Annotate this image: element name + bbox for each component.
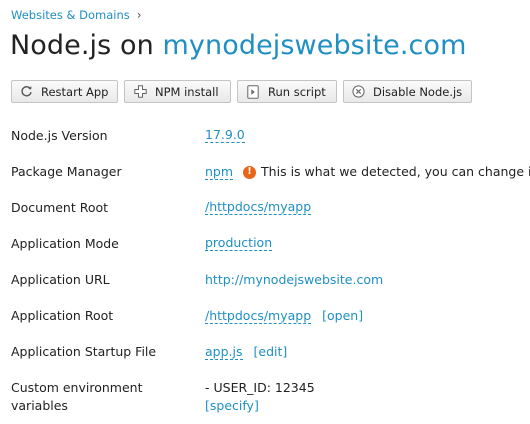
restart-icon — [20, 85, 33, 99]
application-root-label: Application Root — [11, 308, 114, 323]
npm-install-button[interactable]: NPM install — [124, 80, 231, 103]
env-vars-label: Custom environment variables — [11, 380, 143, 413]
warning-icon: ! — [243, 165, 257, 179]
disable-nodejs-label: Disable Node.js — [373, 84, 463, 99]
application-mode-value[interactable]: production — [205, 235, 273, 251]
disable-icon — [352, 85, 365, 99]
script-file-icon — [246, 84, 260, 99]
application-url-label: Application URL — [11, 272, 110, 287]
breadcrumb-link-websites-domains[interactable]: Websites & Domains — [11, 8, 130, 22]
document-root-value[interactable]: /httpdocs/myapp — [205, 199, 312, 215]
page-title-domain: mynodejswebsite.com — [162, 30, 467, 61]
open-application-root-link[interactable]: [open] — [322, 307, 363, 325]
application-root-value[interactable]: /httpdocs/myapp — [205, 308, 312, 324]
package-manager-label: Package Manager — [11, 164, 122, 179]
startup-file-label: Application Startup File — [11, 344, 157, 359]
run-script-label: Run script — [268, 84, 326, 99]
plus-icon — [133, 85, 147, 99]
nodejs-version-value[interactable]: 17.9.0 — [205, 127, 245, 143]
application-url-link[interactable]: http://mynodejswebsite.com — [205, 271, 383, 289]
breadcrumb: Websites & Domains › — [11, 8, 142, 22]
specify-env-vars-link[interactable]: [specify] — [205, 397, 259, 415]
startup-file-value[interactable]: app.js — [205, 344, 243, 360]
npm-install-label: NPM install — [155, 84, 219, 99]
edit-startup-file-link[interactable]: [edit] — [254, 343, 288, 361]
breadcrumb-separator: › — [136, 8, 142, 22]
toolbar: Restart App NPM install Run script Disab… — [11, 80, 472, 103]
env-var-entry: - USER_ID: 12345 — [205, 380, 315, 395]
disable-nodejs-button[interactable]: Disable Node.js — [343, 80, 472, 103]
run-script-button[interactable]: Run script — [237, 80, 337, 103]
application-mode-label: Application Mode — [11, 236, 119, 251]
page-title: Node.js on mynodejswebsite.com — [10, 30, 467, 61]
document-root-label: Document Root — [11, 200, 109, 215]
page-title-prefix: Node.js on — [10, 30, 163, 61]
restart-app-button[interactable]: Restart App — [11, 80, 118, 103]
package-manager-note: This is what we detected, you can change… — [261, 164, 530, 179]
nodejs-version-label: Node.js Version — [11, 128, 108, 143]
restart-app-label: Restart App — [41, 84, 109, 99]
package-manager-value[interactable]: npm — [205, 164, 234, 180]
